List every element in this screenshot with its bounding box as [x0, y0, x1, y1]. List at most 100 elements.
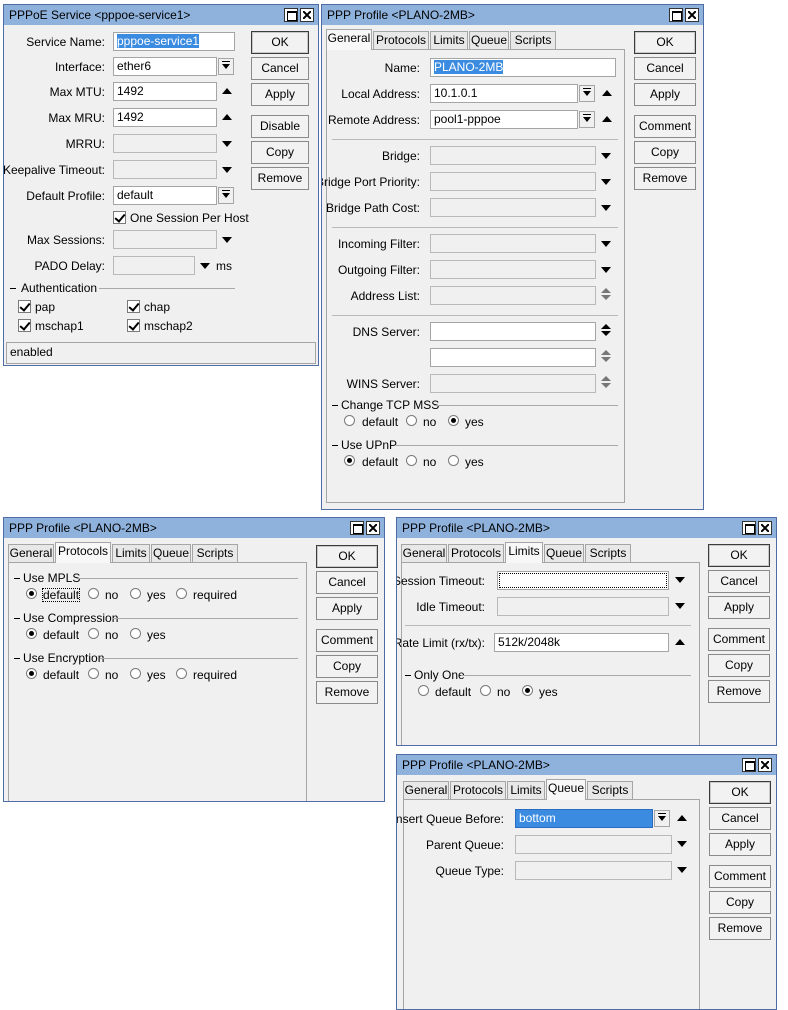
mpls-no-radio[interactable]	[88, 588, 99, 599]
insert-queue-before-select[interactable]: bottom	[515, 809, 653, 828]
interface-dropdown-icon[interactable]	[218, 58, 234, 75]
dns-server-input-2[interactable]	[430, 348, 596, 367]
cancel-button[interactable]: Cancel	[709, 807, 771, 830]
tab-scripts[interactable]: Scripts	[192, 544, 238, 562]
dns-server-input-1[interactable]	[430, 322, 596, 341]
maximize-button[interactable]	[669, 8, 683, 22]
encryption-no-radio[interactable]	[88, 668, 99, 679]
local-address-dropdown-icon[interactable]	[579, 85, 595, 102]
wins-server-input[interactable]	[430, 374, 596, 393]
comment-button[interactable]: Comment	[634, 115, 696, 138]
expand-arrow-icon[interactable]	[222, 141, 232, 147]
tab-queue[interactable]: Queue	[469, 31, 509, 49]
cancel-button[interactable]: Cancel	[634, 57, 696, 80]
default-profile-select[interactable]: default	[113, 186, 217, 205]
expand-arrow-icon[interactable]	[677, 841, 687, 847]
spinner-arrows-icon[interactable]	[601, 324, 611, 338]
only-one-no-radio[interactable]	[480, 685, 491, 696]
tcp-mss-default-radio[interactable]	[344, 415, 355, 426]
mpls-yes-radio[interactable]	[130, 588, 141, 599]
tab-scripts[interactable]: Scripts	[585, 544, 631, 562]
remove-button[interactable]: Remove	[634, 167, 696, 190]
mpls-required-radio[interactable]	[176, 588, 187, 599]
mrru-input[interactable]	[113, 134, 217, 153]
disable-button[interactable]: Disable	[251, 115, 309, 138]
outgoing-filter-input[interactable]	[430, 260, 596, 279]
comment-button[interactable]: Comment	[316, 629, 378, 652]
tab-limits[interactable]: Limits	[507, 781, 545, 799]
tab-queue[interactable]: Queue	[546, 779, 586, 800]
queue-type-input[interactable]	[515, 861, 672, 880]
close-button[interactable]	[300, 8, 314, 22]
maximize-button[interactable]	[350, 521, 364, 535]
compression-no-radio[interactable]	[88, 628, 99, 639]
ok-button[interactable]: OK	[709, 781, 771, 804]
only-one-yes-radio[interactable]	[522, 685, 533, 696]
mschap1-checkbox[interactable]	[18, 319, 31, 332]
title-bar[interactable]: PPP Profile <PLANO-2MB>	[4, 518, 384, 538]
max-sessions-input[interactable]	[113, 230, 217, 249]
copy-button[interactable]: Copy	[708, 654, 770, 677]
tab-protocols[interactable]: Protocols	[448, 544, 504, 562]
expand-arrow-icon[interactable]	[675, 577, 685, 583]
expand-arrow-icon[interactable]	[601, 205, 611, 211]
upnp-yes-radio[interactable]	[448, 455, 459, 466]
tab-protocols[interactable]: Protocols	[55, 542, 111, 563]
copy-button[interactable]: Copy	[251, 141, 309, 164]
spinner-arrows-icon[interactable]	[601, 350, 611, 364]
remove-button[interactable]: Remove	[708, 680, 770, 703]
rate-limit-input[interactable]: 512k/2048k	[494, 633, 669, 652]
collapse-arrow-icon[interactable]	[222, 88, 232, 94]
expand-arrow-icon[interactable]	[601, 241, 611, 247]
copy-button[interactable]: Copy	[634, 141, 696, 164]
tab-general[interactable]: General	[401, 544, 447, 562]
copy-button[interactable]: Copy	[709, 891, 771, 914]
collapse-arrow-icon[interactable]	[675, 639, 685, 645]
apply-button[interactable]: Apply	[634, 83, 696, 106]
tab-general[interactable]: General	[326, 29, 372, 50]
tab-protocols[interactable]: Protocols	[450, 781, 506, 799]
expand-arrow-icon[interactable]	[675, 603, 685, 609]
comment-button[interactable]: Comment	[708, 628, 770, 651]
tab-scripts[interactable]: Scripts	[510, 31, 556, 49]
title-bar[interactable]: PPPoE Service <pppoe-service1>	[4, 5, 318, 25]
close-button[interactable]	[366, 521, 380, 535]
apply-button[interactable]: Apply	[709, 833, 771, 856]
bridge-path-cost-input[interactable]	[430, 198, 596, 217]
apply-button[interactable]: Apply	[251, 83, 309, 106]
name-input[interactable]: PLANO-2MB	[430, 58, 616, 77]
encryption-default-radio[interactable]	[26, 668, 37, 679]
insert-queue-before-dropdown-icon[interactable]	[654, 810, 670, 827]
close-button[interactable]	[758, 521, 772, 535]
ok-button[interactable]: OK	[251, 31, 309, 54]
ok-button[interactable]: OK	[708, 544, 770, 567]
tab-general[interactable]: General	[8, 544, 54, 562]
cancel-button[interactable]: Cancel	[251, 57, 309, 80]
copy-button[interactable]: Copy	[316, 655, 378, 678]
max-mtu-input[interactable]: 1492	[113, 82, 217, 101]
spinner-arrows-icon[interactable]	[601, 376, 611, 390]
keepalive-timeout-input[interactable]	[113, 160, 217, 179]
tab-queue[interactable]: Queue	[151, 544, 191, 562]
expand-arrow-icon[interactable]	[601, 179, 611, 185]
service-name-input[interactable]: pppoe-service1	[113, 32, 235, 51]
maximize-button[interactable]	[284, 8, 298, 22]
maximize-button[interactable]	[742, 521, 756, 535]
remove-button[interactable]: Remove	[316, 681, 378, 704]
collapse-arrow-icon[interactable]	[677, 815, 687, 821]
remove-button[interactable]: Remove	[709, 917, 771, 940]
tab-queue[interactable]: Queue	[544, 544, 584, 562]
expand-arrow-icon[interactable]	[677, 867, 687, 873]
collapse-arrow-icon[interactable]	[602, 116, 612, 122]
apply-button[interactable]: Apply	[708, 596, 770, 619]
only-one-default-radio[interactable]	[418, 685, 429, 696]
expand-arrow-icon[interactable]	[601, 153, 611, 159]
title-bar[interactable]: PPP Profile <PLANO-2MB>	[397, 518, 776, 538]
ok-button[interactable]: OK	[634, 31, 696, 54]
mpls-default-radio[interactable]	[26, 588, 37, 599]
interface-select[interactable]: ether6	[113, 57, 217, 76]
compression-yes-radio[interactable]	[130, 628, 141, 639]
expand-arrow-icon[interactable]	[601, 267, 611, 273]
maximize-button[interactable]	[742, 758, 756, 772]
tab-protocols[interactable]: Protocols	[373, 31, 429, 49]
